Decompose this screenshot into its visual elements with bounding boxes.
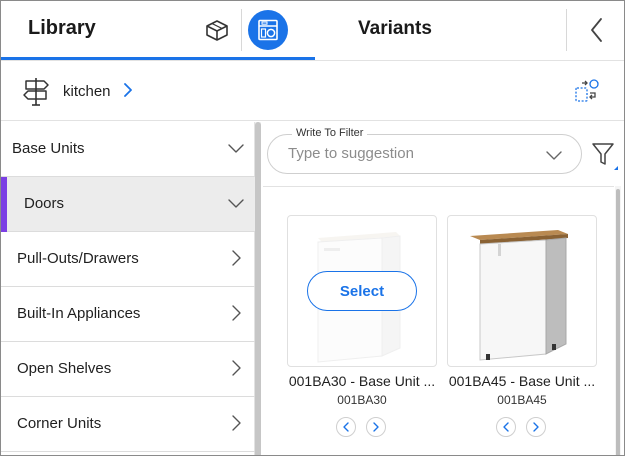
tab-library[interactable]: Library <box>28 17 96 40</box>
product-card[interactable]: Select <box>287 215 437 367</box>
header-divider <box>566 9 567 51</box>
3d-box-icon[interactable] <box>202 15 232 45</box>
chevron-down-icon <box>228 144 244 153</box>
select-button[interactable]: Select <box>307 271 417 311</box>
header-tabs: Library Variants <box>1 1 624 61</box>
chevron-left-icon[interactable] <box>583 15 611 45</box>
sidebar-item-doors[interactable]: Doors <box>1 177 255 232</box>
product-code: 001BA45 <box>497 393 547 407</box>
chevron-right-icon <box>232 360 241 376</box>
product-title: 001BA30 - Base Unit ... <box>288 373 436 389</box>
base-unit-wood-top-icon <box>470 230 568 361</box>
variants-catalog-icon[interactable] <box>248 10 288 50</box>
chevron-right-icon <box>232 305 241 321</box>
sidebar-item-label: Pull-Outs/Drawers <box>17 250 139 267</box>
chevron-right-icon[interactable] <box>526 417 546 437</box>
sidebar-item-corner-units[interactable]: Corner Units <box>1 397 255 452</box>
filter-legend: Write To Filter <box>292 127 368 139</box>
filter-input[interactable] <box>288 145 528 162</box>
chevron-right-icon[interactable] <box>366 417 386 437</box>
sidebar-scrollbar[interactable] <box>255 122 261 455</box>
sidebar-item-label: Built-In Appliances <box>17 305 141 322</box>
chevron-right-icon[interactable] <box>121 81 135 99</box>
sidebar-item-label: Base Units <box>12 140 85 157</box>
sidebar-item-built-in-appliances[interactable]: Built-In Appliances <box>1 287 255 342</box>
chevron-down-icon <box>228 199 244 208</box>
breadcrumb: kitchen <box>1 61 624 121</box>
product-card[interactable] <box>447 215 597 367</box>
category-sidebar: Base Units Doors Pull-Outs/Drawers Built… <box>1 122 255 455</box>
swap-view-icon[interactable] <box>574 78 600 104</box>
app-frame: Library Variants kitchen Base Units Door… <box>0 0 625 456</box>
header-divider <box>241 9 242 51</box>
product-title: 001BA45 - Base Unit ... <box>448 373 596 389</box>
chevron-down-icon[interactable] <box>545 146 563 164</box>
scrollbar-thumb[interactable] <box>616 189 620 455</box>
active-item-indicator <box>1 177 7 232</box>
active-tab-indicator <box>1 57 315 60</box>
sidebar-item-label: Corner Units <box>17 415 102 432</box>
grid-scrollbar[interactable] <box>615 186 621 455</box>
chevron-left-icon[interactable] <box>336 417 356 437</box>
tab-variants[interactable]: Variants <box>358 18 432 40</box>
chevron-right-icon <box>232 415 241 431</box>
signpost-icon <box>21 75 51 107</box>
chevron-right-icon <box>232 250 241 266</box>
sidebar-item-label: Doors <box>24 195 65 212</box>
scrollbar-thumb[interactable] <box>255 122 261 455</box>
sidebar-item-pull-outs-drawers[interactable]: Pull-Outs/Drawers <box>1 232 255 287</box>
sidebar-item-open-shelves[interactable]: Open Shelves <box>1 342 255 397</box>
funnel-filter-icon[interactable] <box>591 140 619 170</box>
sidebar-item-label: Open Shelves <box>17 360 112 377</box>
breadcrumb-label[interactable]: kitchen <box>63 83 111 100</box>
chevron-left-icon[interactable] <box>496 417 516 437</box>
sidebar-item-base-units[interactable]: Base Units <box>1 122 255 177</box>
filter-field[interactable]: Write To Filter <box>267 127 582 174</box>
product-code: 001BA30 <box>337 393 387 407</box>
